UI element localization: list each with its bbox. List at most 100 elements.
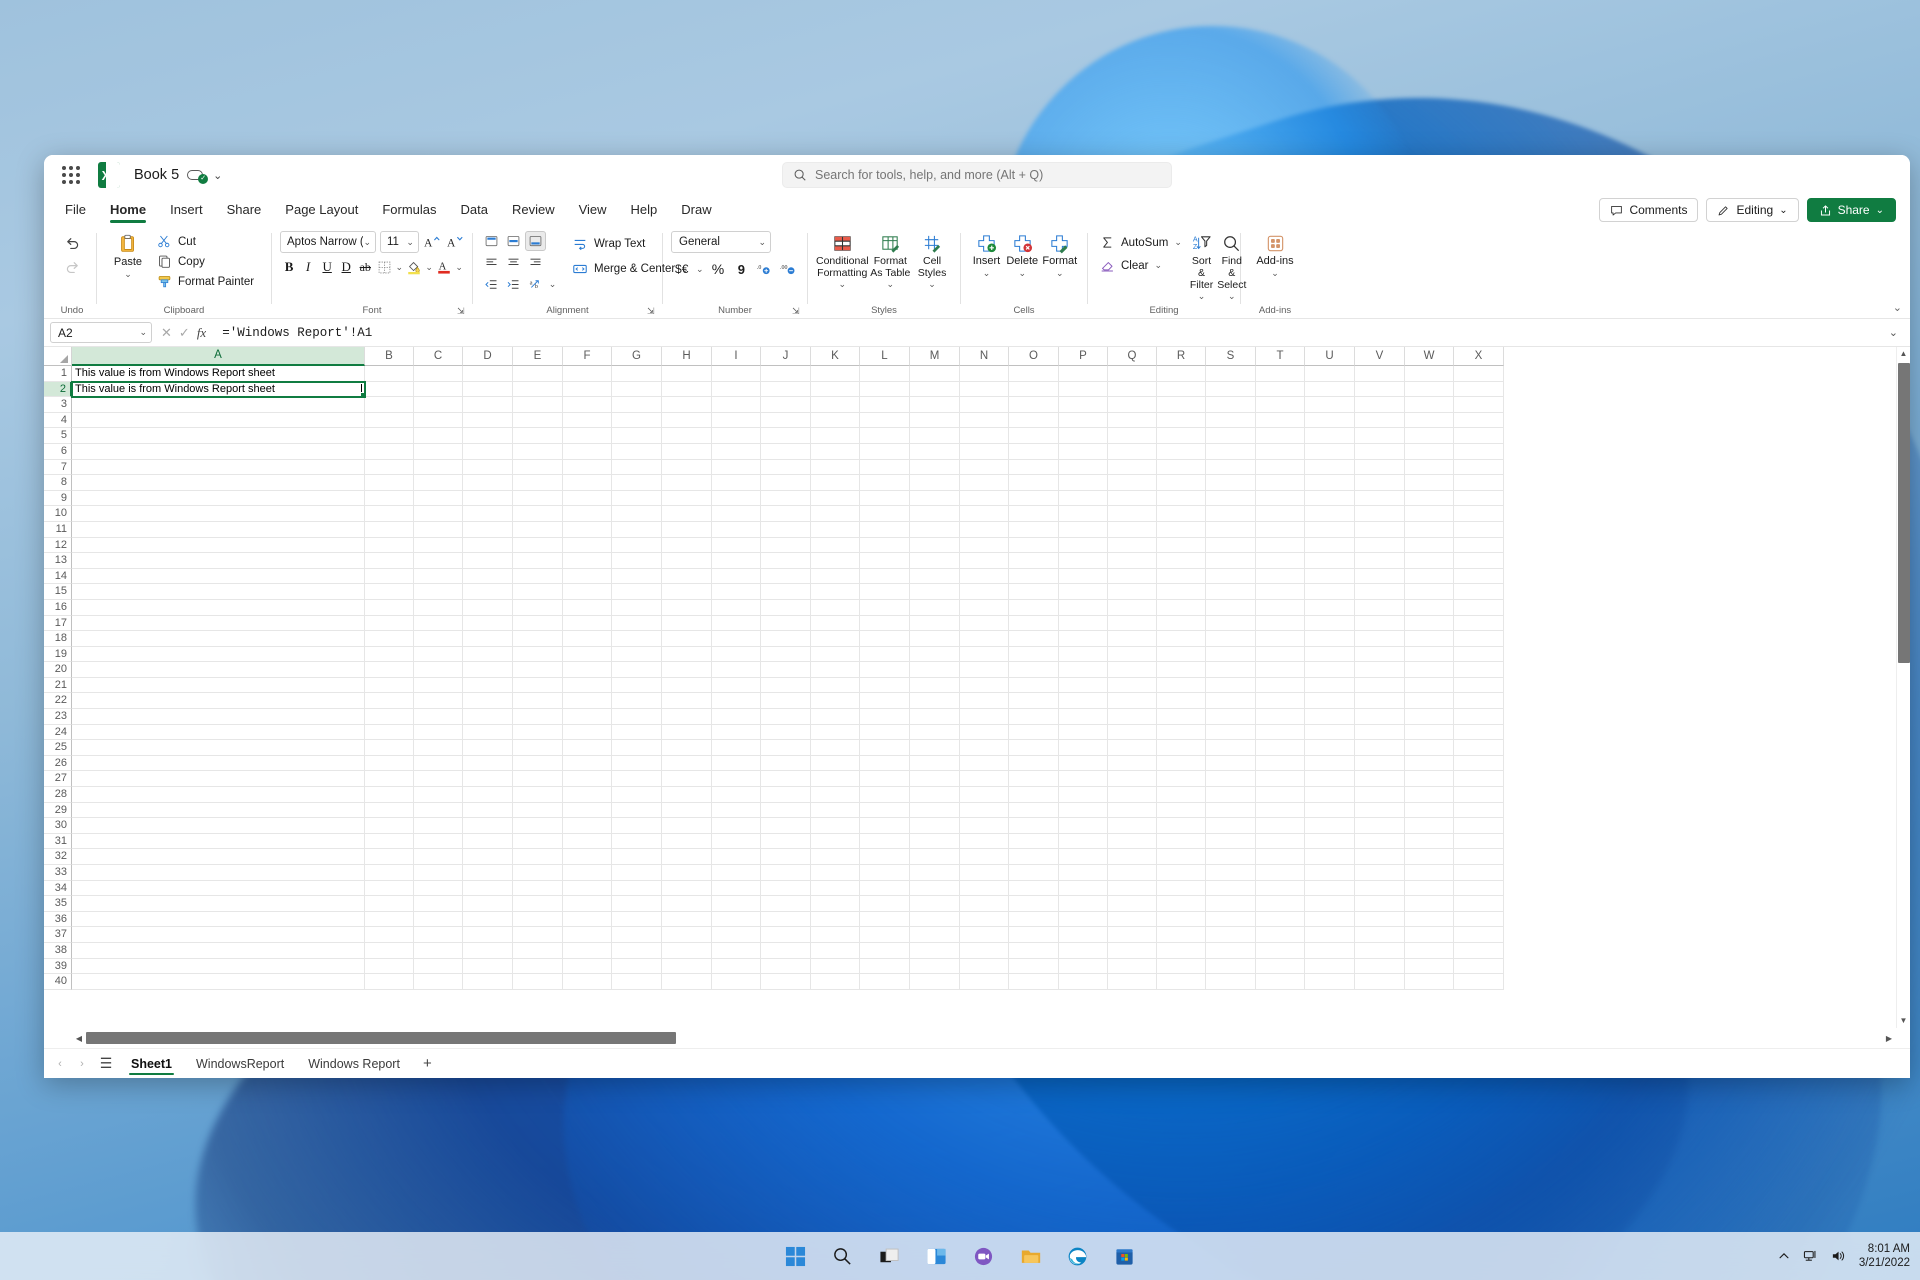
cell-m5[interactable] <box>910 428 960 444</box>
cell-i33[interactable] <box>712 865 761 881</box>
tab-page-layout[interactable]: Page Layout <box>274 198 369 223</box>
cell-q16[interactable] <box>1108 599 1157 616</box>
cell-s1[interactable] <box>1206 366 1256 382</box>
cell-d11[interactable] <box>463 521 513 538</box>
cell-f26[interactable] <box>563 755 612 772</box>
autosum-button[interactable]: AutoSum ⌄ <box>1096 233 1186 252</box>
cell-s39[interactable] <box>1206 958 1256 975</box>
cell-x40[interactable] <box>1454 974 1504 990</box>
cell-c29[interactable] <box>414 802 463 819</box>
cell-k35[interactable] <box>811 896 860 912</box>
cell-a25[interactable] <box>72 740 365 756</box>
paste-chevron-down-icon[interactable]: ⌄ <box>124 269 132 280</box>
title-chevron-down-icon[interactable]: ⌄ <box>213 169 222 182</box>
column-header-e[interactable]: E <box>513 347 563 366</box>
align-right-button[interactable] <box>525 252 546 272</box>
cell-k13[interactable] <box>811 553 860 569</box>
cell-m28[interactable] <box>910 787 960 803</box>
cell-x38[interactable] <box>1454 942 1504 959</box>
cell-w37[interactable] <box>1405 927 1454 943</box>
cell-m9[interactable] <box>910 490 960 507</box>
cell-f8[interactable] <box>563 475 612 491</box>
cell-n15[interactable] <box>960 584 1009 600</box>
cell-k18[interactable] <box>811 631 860 647</box>
cell-e30[interactable] <box>513 818 563 834</box>
cell-o28[interactable] <box>1009 787 1059 803</box>
cell-b16[interactable] <box>365 599 414 616</box>
cell-f28[interactable] <box>563 787 612 803</box>
cell-n7[interactable] <box>960 459 1009 476</box>
cell-d20[interactable] <box>463 662 513 678</box>
cell-x34[interactable] <box>1454 880 1504 897</box>
column-header-p[interactable]: P <box>1059 347 1108 366</box>
cell-f25[interactable] <box>563 740 612 756</box>
cell-e27[interactable] <box>513 771 563 788</box>
cell-j13[interactable] <box>761 553 811 569</box>
cell-t18[interactable] <box>1256 631 1305 647</box>
cell-h33[interactable] <box>662 865 712 881</box>
format-chevron-down-icon[interactable]: ⌄ <box>1056 268 1064 279</box>
cell-t5[interactable] <box>1256 428 1305 444</box>
cell-w16[interactable] <box>1405 599 1454 616</box>
cell-styles-chevron-down-icon[interactable]: ⌄ <box>928 279 936 290</box>
cell-g19[interactable] <box>612 646 662 663</box>
cell-w18[interactable] <box>1405 631 1454 647</box>
row-header-25[interactable]: 25 <box>44 740 72 756</box>
cell-k11[interactable] <box>811 521 860 538</box>
cell-a35[interactable] <box>72 896 365 912</box>
cell-m30[interactable] <box>910 818 960 834</box>
cell-h18[interactable] <box>662 631 712 647</box>
cell-s38[interactable] <box>1206 942 1256 959</box>
cell-j33[interactable] <box>761 865 811 881</box>
cell-i20[interactable] <box>712 662 761 678</box>
cell-j1[interactable] <box>761 366 811 382</box>
cell-q35[interactable] <box>1108 896 1157 912</box>
cell-o23[interactable] <box>1009 709 1059 725</box>
cell-n17[interactable] <box>960 615 1009 632</box>
font-size-selector[interactable]: 11 ⌄ <box>380 231 419 253</box>
cell-x14[interactable] <box>1454 568 1504 585</box>
cell-h25[interactable] <box>662 740 712 756</box>
cell-r21[interactable] <box>1157 677 1206 694</box>
cell-v18[interactable] <box>1355 631 1405 647</box>
cell-c14[interactable] <box>414 568 463 585</box>
cell-w31[interactable] <box>1405 833 1454 850</box>
cell-b34[interactable] <box>365 880 414 897</box>
cell-v33[interactable] <box>1355 865 1405 881</box>
cell-q7[interactable] <box>1108 459 1157 476</box>
cell-d19[interactable] <box>463 646 513 663</box>
cell-p7[interactable] <box>1059 459 1108 476</box>
cell-p13[interactable] <box>1059 553 1108 569</box>
cell-t12[interactable] <box>1256 537 1305 554</box>
cell-g21[interactable] <box>612 677 662 694</box>
cell-h37[interactable] <box>662 927 712 943</box>
cell-a21[interactable] <box>72 677 365 694</box>
cell-u9[interactable] <box>1305 490 1355 507</box>
cell-e10[interactable] <box>513 506 563 522</box>
row-header-31[interactable]: 31 <box>44 833 72 850</box>
row-header-13[interactable]: 13 <box>44 553 72 569</box>
cell-b18[interactable] <box>365 631 414 647</box>
font-color-chevron-down-icon[interactable]: ⌄ <box>454 256 464 278</box>
cell-h26[interactable] <box>662 755 712 772</box>
decrease-font-size-button[interactable]: A <box>445 231 464 253</box>
cell-v21[interactable] <box>1355 677 1405 694</box>
cell-s5[interactable] <box>1206 428 1256 444</box>
cell-t25[interactable] <box>1256 740 1305 756</box>
cell-n36[interactable] <box>960 911 1009 928</box>
column-header-w[interactable]: W <box>1405 347 1454 366</box>
cell-g26[interactable] <box>612 755 662 772</box>
cell-v2[interactable] <box>1355 381 1405 398</box>
cell-x36[interactable] <box>1454 911 1504 928</box>
cell-e38[interactable] <box>513 942 563 959</box>
cell-j26[interactable] <box>761 755 811 772</box>
cell-p22[interactable] <box>1059 693 1108 710</box>
cell-c38[interactable] <box>414 942 463 959</box>
row-header-11[interactable]: 11 <box>44 521 72 538</box>
cell-f29[interactable] <box>563 802 612 819</box>
cell-r8[interactable] <box>1157 475 1206 491</box>
cell-k15[interactable] <box>811 584 860 600</box>
cell-m19[interactable] <box>910 646 960 663</box>
cell-l26[interactable] <box>860 755 910 772</box>
cell-d16[interactable] <box>463 599 513 616</box>
